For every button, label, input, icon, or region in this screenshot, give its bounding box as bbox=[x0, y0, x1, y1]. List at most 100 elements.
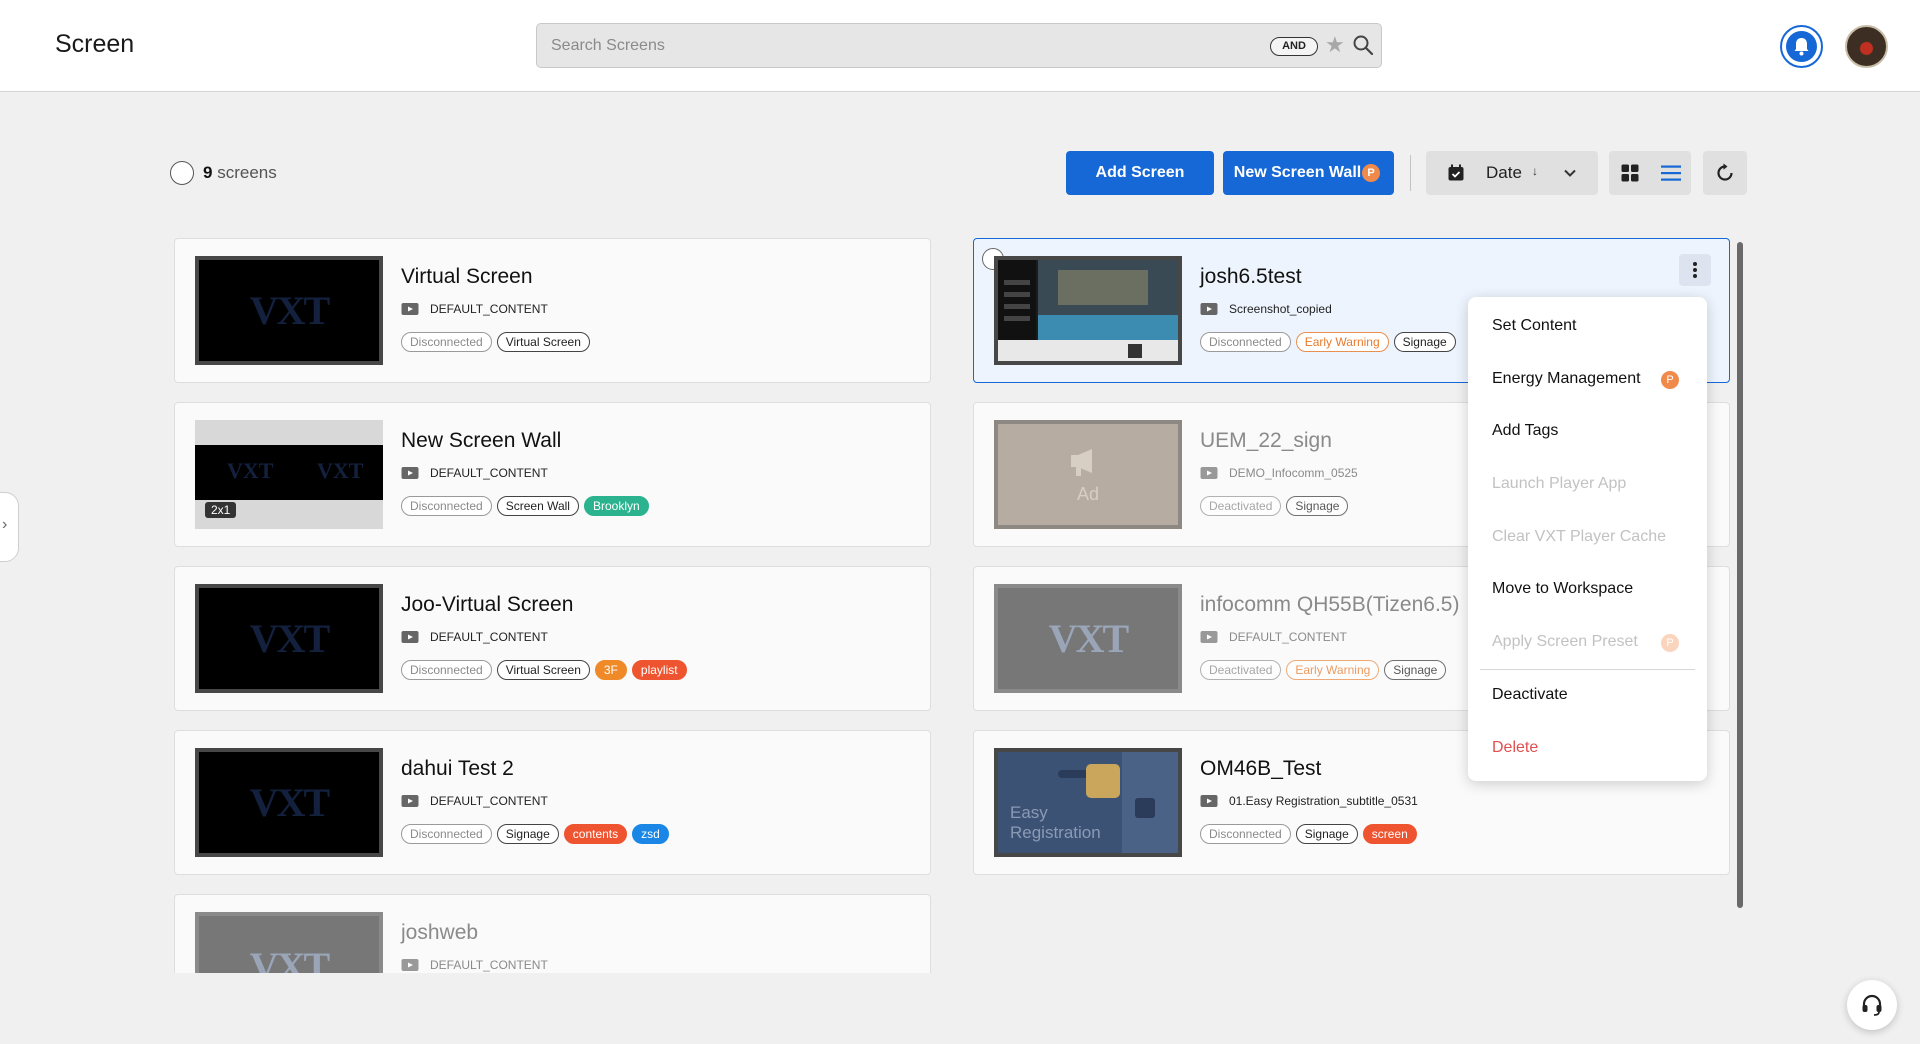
screen-count-number: 9 bbox=[203, 163, 213, 182]
screen-card[interactable]: VXT VXT 2x1 New Screen Wall DEFAULT_CONT… bbox=[174, 402, 931, 547]
content-icon bbox=[1200, 795, 1218, 807]
screen-card[interactable]: VXT Joo-Virtual Screen DEFAULT_CONTENT D… bbox=[174, 566, 931, 711]
tag: playlist bbox=[631, 660, 687, 680]
content-name: DEFAULT_CONTENT bbox=[430, 794, 548, 808]
content-icon bbox=[1200, 467, 1218, 479]
screen-thumbnail: VXT bbox=[195, 584, 383, 693]
tag-list: Disconnected Virtual Screen 3F playlist bbox=[401, 660, 692, 680]
refresh-button[interactable] bbox=[1703, 151, 1747, 195]
screen-name: joshweb bbox=[401, 921, 479, 944]
content-icon bbox=[401, 959, 419, 971]
new-screen-wall-button[interactable]: New Screen Wall P bbox=[1223, 151, 1394, 195]
sort-dropdown[interactable]: Date ↓ bbox=[1426, 151, 1598, 195]
content-icon bbox=[1200, 631, 1218, 643]
add-screen-button[interactable]: Add Screen bbox=[1066, 151, 1214, 195]
grid-view-icon[interactable] bbox=[1621, 164, 1639, 182]
tag: Signage bbox=[1384, 660, 1447, 680]
sort-direction-icon: ↓ bbox=[1532, 164, 1538, 178]
tag: Brooklyn bbox=[583, 496, 649, 516]
menu-item-clear-player-cache: Clear VXT Player Cache bbox=[1492, 528, 1666, 545]
status-badge: Disconnected bbox=[401, 332, 492, 352]
tag: Signage bbox=[1393, 332, 1456, 352]
tag: contents bbox=[563, 824, 628, 844]
search-icon[interactable] bbox=[1351, 33, 1375, 57]
tag: Virtual Screen bbox=[496, 332, 590, 352]
list-scrollbar[interactable] bbox=[1737, 242, 1743, 908]
tag-list: Disconnected Screen Wall Brooklyn bbox=[401, 496, 654, 516]
screen-name: UEM_22_sign bbox=[1200, 429, 1332, 452]
new-screen-wall-label: New Screen Wall bbox=[1233, 164, 1362, 181]
user-avatar[interactable] bbox=[1845, 25, 1888, 68]
wall-size-badge: 2x1 bbox=[205, 502, 237, 518]
menu-item-energy-management[interactable]: Energy Management bbox=[1492, 370, 1641, 388]
content-icon bbox=[401, 303, 419, 315]
chevron-right-icon: › bbox=[2, 516, 8, 533]
screen-thumbnail: VXT VXT 2x1 bbox=[195, 420, 383, 529]
search-input[interactable] bbox=[551, 34, 1241, 58]
more-vertical-icon bbox=[1693, 262, 1697, 278]
screen-card[interactable]: VXT joshweb DEFAULT_CONTENT bbox=[174, 894, 931, 973]
screen-card[interactable]: VXT dahui Test 2 DEFAULT_CONTENT Disconn… bbox=[174, 730, 931, 875]
content-name: DEFAULT_CONTENT bbox=[430, 466, 548, 480]
screen-name: Virtual Screen bbox=[401, 265, 533, 288]
tag: Early Warning bbox=[1295, 332, 1389, 352]
status-badge: Disconnected bbox=[401, 660, 492, 680]
tag-list: Deactivated Signage bbox=[1200, 496, 1353, 516]
star-icon[interactable]: ★ bbox=[1325, 33, 1345, 57]
menu-item-launch-player-app: Launch Player App bbox=[1492, 475, 1627, 492]
more-options-button[interactable] bbox=[1679, 254, 1711, 286]
screen-name: OM46B_Test bbox=[1200, 757, 1322, 780]
tag: screen bbox=[1362, 824, 1417, 844]
tag: 3F bbox=[594, 660, 627, 680]
list-view-icon[interactable] bbox=[1661, 164, 1681, 182]
screen-name: dahui Test 2 bbox=[401, 757, 514, 780]
screen-thumbnail: VXT bbox=[195, 748, 383, 857]
page-title: Screen bbox=[55, 30, 135, 58]
screen-thumbnail: Ad bbox=[994, 420, 1182, 529]
screen-card[interactable]: VXT Virtual Screen DEFAULT_CONTENT Disco… bbox=[174, 238, 931, 383]
toolbar-divider bbox=[1410, 155, 1411, 191]
screen-thumbnail: Easy Registration bbox=[994, 748, 1182, 857]
status-badge: Disconnected bbox=[401, 824, 492, 844]
megaphone-icon: Ad bbox=[1071, 449, 1099, 504]
screen-name: Joo-Virtual Screen bbox=[401, 593, 574, 616]
screen-count: 9 screens bbox=[203, 163, 277, 183]
and-operator-toggle[interactable]: AND bbox=[1270, 37, 1318, 56]
sidebar-expand-handle[interactable]: › bbox=[0, 492, 19, 562]
status-badge: Deactivated bbox=[1200, 496, 1282, 516]
tag-list: Disconnected Signage screen bbox=[1200, 824, 1422, 844]
content-name: DEMO_Infocomm_0525 bbox=[1229, 466, 1358, 480]
tag-list: Deactivated Early Warning Signage bbox=[1200, 660, 1451, 680]
sort-label: Date bbox=[1486, 163, 1522, 182]
status-badge: Deactivated bbox=[1200, 660, 1282, 680]
support-button[interactable] bbox=[1847, 980, 1897, 1030]
tag: zsd bbox=[632, 824, 669, 844]
hotel-pool-image bbox=[998, 260, 1178, 361]
premium-badge: P bbox=[1661, 634, 1679, 652]
select-all-checkbox[interactable] bbox=[170, 161, 194, 185]
view-mode-toggle bbox=[1609, 151, 1691, 195]
menu-item-deactivate[interactable]: Deactivate bbox=[1492, 686, 1568, 704]
content-name: DEFAULT_CONTENT bbox=[430, 958, 548, 972]
easy-registration-image: Easy Registration bbox=[998, 752, 1178, 853]
tag: Signage bbox=[1295, 824, 1358, 844]
status-badge: Disconnected bbox=[401, 496, 492, 516]
svg-text:Ad: Ad bbox=[1077, 484, 1099, 504]
menu-item-set-content[interactable]: Set Content bbox=[1492, 317, 1577, 335]
menu-divider bbox=[1480, 669, 1695, 670]
status-badge: Disconnected bbox=[1200, 332, 1291, 352]
calendar-icon bbox=[1448, 164, 1464, 181]
top-bar: Screen AND ★ bbox=[0, 0, 1920, 92]
menu-item-delete[interactable]: Delete bbox=[1492, 739, 1538, 757]
notifications-button[interactable] bbox=[1780, 25, 1823, 68]
search-bar[interactable]: AND ★ bbox=[536, 23, 1382, 68]
menu-item-add-tags[interactable]: Add Tags bbox=[1492, 422, 1558, 440]
screen-thumbnail: VXT bbox=[195, 912, 383, 973]
tag: Signage bbox=[496, 824, 559, 844]
refresh-icon bbox=[1717, 163, 1733, 181]
content-icon bbox=[401, 795, 419, 807]
content-name: DEFAULT_CONTENT bbox=[430, 630, 548, 644]
screen-thumbnail: VXT bbox=[994, 584, 1182, 693]
menu-item-move-to-workspace[interactable]: Move to Workspace bbox=[1492, 580, 1633, 598]
content-name: Screenshot_copied bbox=[1229, 302, 1332, 316]
